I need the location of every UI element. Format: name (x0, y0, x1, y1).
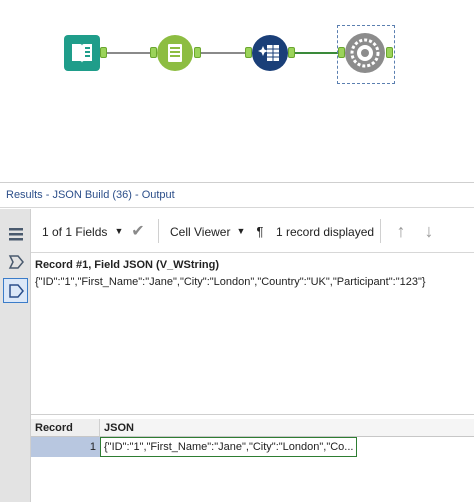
select-tool[interactable] (157, 35, 193, 71)
formula-tool[interactable] (252, 35, 288, 71)
table-view-icon (8, 227, 23, 240)
select-tool-output-anchor[interactable] (194, 47, 201, 58)
grid-header: Record JSON (31, 419, 474, 437)
tag-icon (8, 283, 24, 298)
column-header-json[interactable]: JSON (100, 419, 474, 437)
json-build-tool[interactable] (345, 33, 385, 73)
metadata-view-button[interactable] (3, 249, 28, 274)
record-field-label: Record #1, Field JSON (V_WString) (35, 259, 219, 271)
checkmark-icon[interactable]: ✔ (128, 221, 148, 241)
results-window: Results - JSON Build (36) - Output 1 of … (0, 182, 474, 502)
dropdown-arrow-icon[interactable]: ▼ (109, 221, 129, 241)
record-detail-panel: Record #1, Field JSON (V_WString) {"ID":… (31, 254, 474, 414)
book-icon (72, 44, 92, 63)
json-cell[interactable]: {"ID":"1","First_Name":"Jane","City":"Lo… (100, 437, 357, 457)
arrow-down-icon[interactable]: ↓ (419, 221, 439, 241)
fields-selector[interactable]: 1 of 1 Fields (42, 225, 107, 239)
table-view-button[interactable] (3, 221, 28, 246)
cell-viewer-selector[interactable]: Cell Viewer (170, 225, 230, 239)
gear-icon (350, 38, 380, 68)
view-switcher (0, 209, 31, 502)
column-header-record[interactable]: Record (31, 419, 100, 437)
records-displayed: 1 record displayed (276, 225, 375, 239)
sparkle-grid-icon (258, 45, 279, 61)
results-grid: Record JSON 1 {"ID":"1","First_Name":"Ja… (31, 414, 474, 502)
toolbar-divider (158, 219, 159, 243)
formula-tool-input-anchor[interactable] (245, 47, 252, 58)
results-title: Results - JSON Build (36) - Output (6, 189, 175, 201)
select-tool-input-anchor[interactable] (150, 47, 157, 58)
jsonbuild-tool-output-anchor[interactable] (386, 47, 393, 58)
arrow-up-icon[interactable]: ↑ (391, 221, 411, 241)
tag-outline-icon (8, 254, 24, 269)
input-tool-output-anchor[interactable] (100, 47, 107, 58)
record-number-cell[interactable]: 1 (31, 437, 100, 457)
results-toolbar: 1 of 1 Fields ▼ ✔ Cell Viewer ▼ ¶ 1 reco… (31, 209, 474, 253)
connection-input-to-select (107, 52, 154, 54)
formula-tool-output-anchor[interactable] (288, 47, 295, 58)
input-data-tool[interactable] (64, 35, 100, 71)
table-row[interactable]: 1 {"ID":"1","First_Name":"Jane","City":"… (31, 437, 474, 457)
connection-select-to-formula (201, 52, 249, 54)
workflow-canvas[interactable] (0, 0, 474, 182)
results-header: Results - JSON Build (36) - Output (0, 182, 474, 208)
jsonbuild-tool-input-anchor[interactable] (338, 47, 345, 58)
toolbar-divider (380, 219, 381, 243)
record-field-value[interactable]: {"ID":"1","First_Name":"Jane","City":"Lo… (35, 276, 426, 288)
dropdown-arrow-icon[interactable]: ▼ (231, 221, 251, 241)
list-icon (168, 44, 182, 62)
record-view-button[interactable] (3, 278, 28, 303)
pilcrow-icon[interactable]: ¶ (250, 221, 270, 241)
connection-formula-to-jsonbuild (295, 52, 342, 54)
